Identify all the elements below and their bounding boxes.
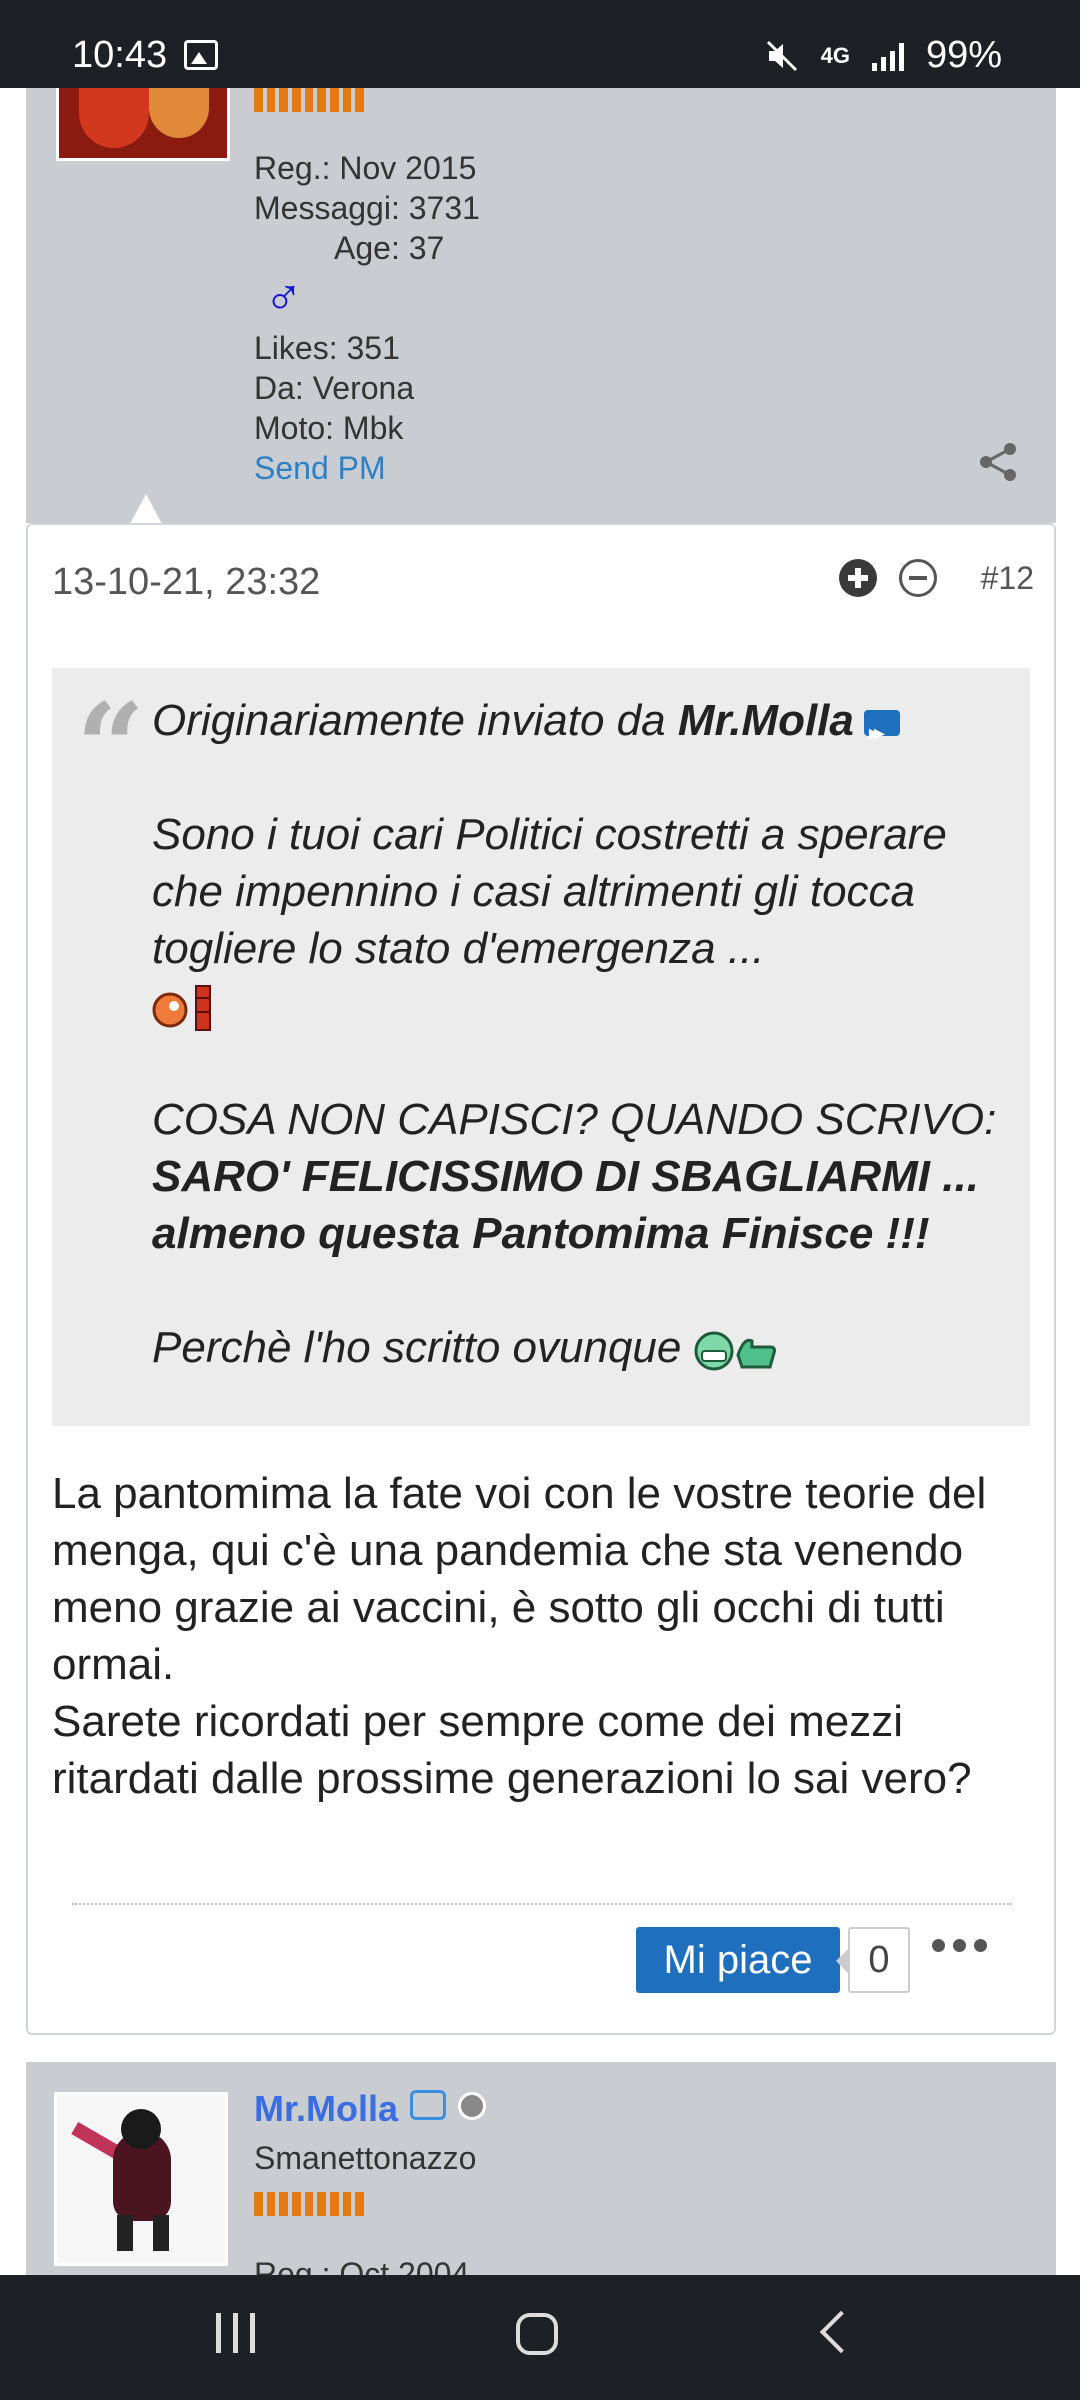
male-icon: ♂ <box>264 269 303 327</box>
quote-intro: Originariamente inviato da <box>152 696 678 745</box>
quote-paragraph-2: COSA NON CAPISCI? QUANDO SCRIVO: SARO' FE… <box>152 1091 1012 1262</box>
back-icon[interactable] <box>819 2310 863 2354</box>
battery-level: 99% <box>925 34 1002 76</box>
divider <box>72 1903 1012 1905</box>
quote-text-3: Perchè l'ho scritto ovunque <box>152 1323 682 1373</box>
post-actions: #12 <box>838 559 1034 597</box>
like-button[interactable]: Mi piace <box>636 1927 840 1993</box>
quote-author: Mr.Molla <box>677 696 854 745</box>
quote-text-2: COSA NON CAPISCI? QUANDO SCRIVO: <box>152 1095 997 1145</box>
minus-icon[interactable] <box>898 559 937 597</box>
offline-status-icon <box>458 2092 486 2120</box>
post-pointer <box>130 494 162 524</box>
network-type: 4G <box>820 42 850 68</box>
quote-bold-text: SARO' FELICISSIMO DI SBAGLIARMI ... alme… <box>152 1152 979 1259</box>
boxing-smiley-icon <box>152 985 211 1032</box>
post-number-link[interactable]: #12 <box>981 560 1034 597</box>
author-title: Smanettonazzo <box>254 2140 477 2176</box>
quote-attribution: Originariamente inviato da Mr.Molla <box>152 692 1012 761</box>
author-age: Age: 37 <box>334 230 445 266</box>
chat-icon[interactable] <box>410 2090 446 2120</box>
reputation-bar <box>254 88 365 112</box>
author-messages: Messaggi: 3731 <box>254 190 480 226</box>
author-name-link[interactable]: Mr.Molla <box>254 2088 398 2130</box>
status-icons: 4G 99% <box>765 34 1002 77</box>
quote-block: “ Originariamente inviato da Mr.Molla So… <box>52 668 1030 1426</box>
reputation-bar <box>254 2192 365 2216</box>
author-bike: Moto: Mbk <box>254 410 404 446</box>
grin-thumbs-up-icon <box>694 1331 776 1371</box>
like-count: 0 <box>836 1927 910 1993</box>
avatar[interactable] <box>54 2092 228 2266</box>
author-likes: Likes: 351 <box>254 330 400 366</box>
author-location: Da: Verona <box>254 370 415 406</box>
signal-icon <box>871 41 904 71</box>
author-reg-date: Reg.: Nov 2015 <box>254 150 477 186</box>
quote-text-1: Sono i tuoi cari Politici costretti a sp… <box>152 810 947 973</box>
status-time: 10:43 <box>72 34 168 76</box>
quote-paragraph-3: Perchè l'ho scritto ovunque <box>152 1319 1012 1376</box>
gallery-notification-icon <box>184 40 218 70</box>
send-pm-link[interactable]: Send PM <box>254 448 480 488</box>
system-nav-bar <box>0 2275 1080 2400</box>
post-author-panel: Reg.: Nov 2015 Messaggi: 3731 Age: 37 ♂ … <box>26 88 1056 523</box>
post-paragraph-2: Sarete ricordati per sempre come dei mez… <box>52 1697 972 1803</box>
quote-paragraph-1: Sono i tuoi cari Politici costretti a sp… <box>152 806 1012 1034</box>
more-options-icon[interactable] <box>932 1939 987 1952</box>
post-body: La pantomima la fate voi con le vostre t… <box>52 1465 1032 1807</box>
quote-mark-icon: “ <box>76 677 146 818</box>
quote-body: Originariamente inviato da Mr.Molla Sono… <box>152 692 1012 1376</box>
post-date: 13-10-21, 23:32 <box>52 561 321 603</box>
status-bar: 10:43 4G 99% <box>0 0 1080 88</box>
home-icon[interactable] <box>516 2313 558 2355</box>
recent-apps-icon[interactable] <box>216 2313 255 2353</box>
mute-icon <box>766 40 797 71</box>
post-card: 13-10-21, 23:32 #12 “ Originariamente in… <box>26 523 1056 2035</box>
post-paragraph-1: La pantomima la fate voi con le vostre t… <box>52 1469 987 1689</box>
avatar[interactable] <box>56 88 230 161</box>
view-post-icon[interactable] <box>863 704 900 761</box>
plus-icon[interactable] <box>838 559 877 597</box>
share-icon[interactable] <box>976 440 1020 484</box>
next-post-author-panel: Mr.Molla Smanettonazzo Reg.: Oct 2004 <box>26 2062 1056 2292</box>
author-details: Reg.: Nov 2015 Messaggi: 3731 Age: 37 ♂ … <box>254 148 480 488</box>
